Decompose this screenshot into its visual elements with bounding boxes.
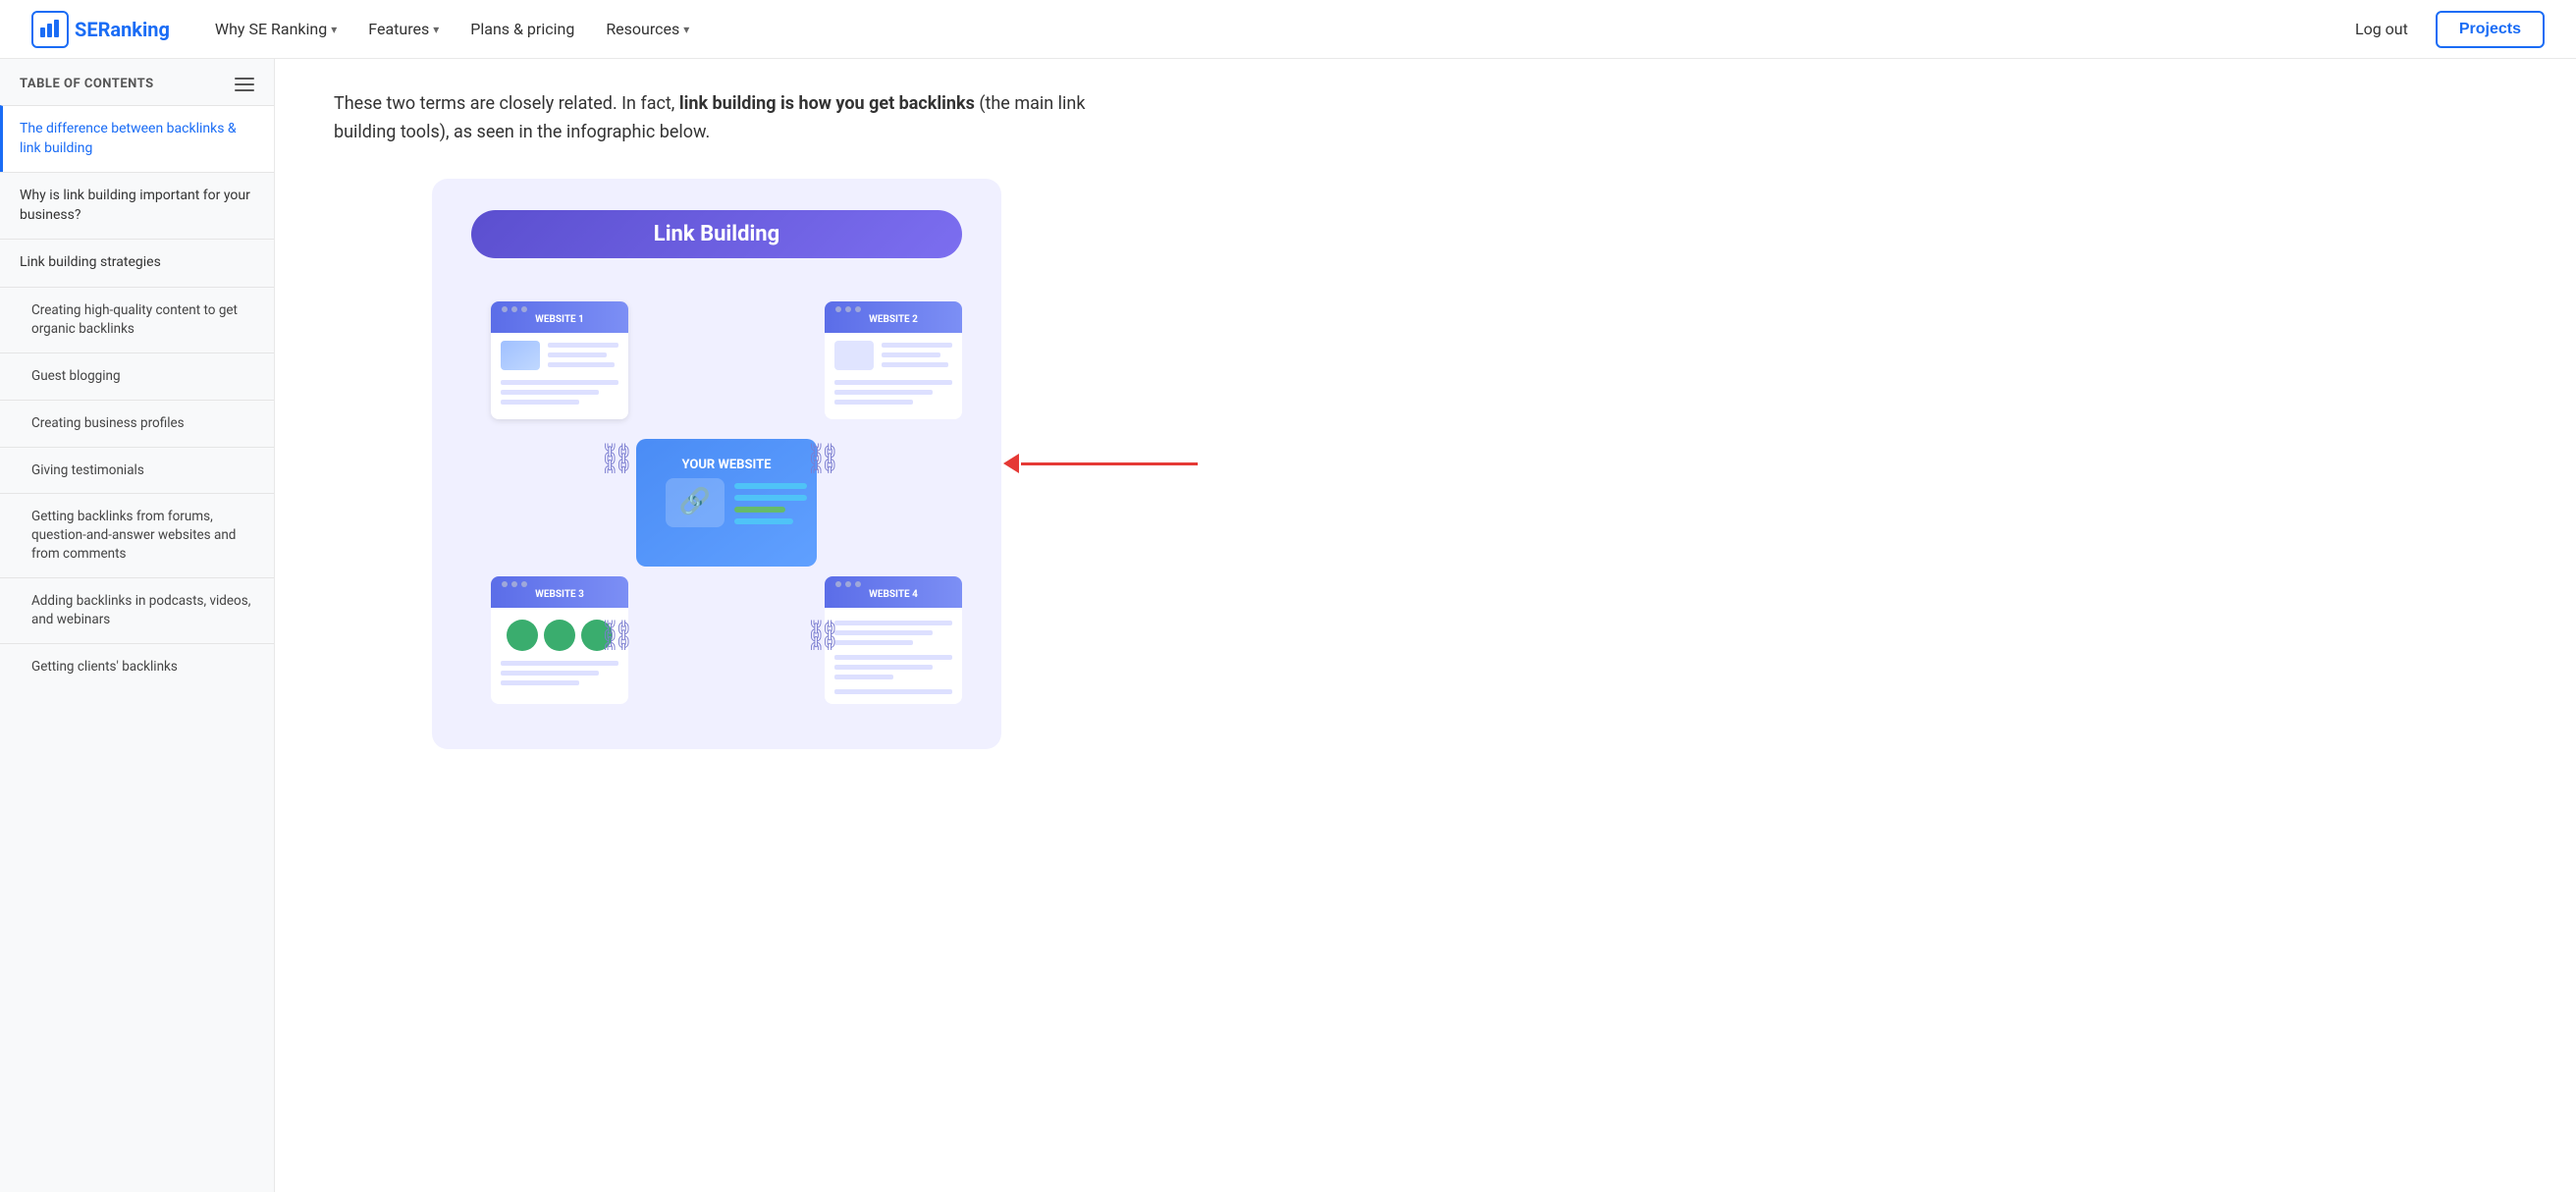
logout-button[interactable]: Log out — [2343, 12, 2420, 46]
chain-link-right-bottom: ⛓ — [804, 619, 841, 653]
toc-link-why[interactable]: Why is link building important for your … — [0, 173, 274, 239]
chain-link-left-bottom: ⛓ — [598, 619, 635, 653]
toc-item-strategies[interactable]: Link building strategies — [0, 239, 274, 287]
navbar: SERanking Why SE Ranking ▾ Features ▾ Pl… — [0, 0, 2576, 59]
toc-link-guest[interactable]: Guest blogging — [0, 353, 274, 400]
toc-link-podcasts[interactable]: Adding backlinks in podcasts, videos, an… — [0, 578, 274, 643]
toc-item-diff[interactable]: The difference between backlinks & link … — [0, 105, 274, 172]
nav-item-plans-pricing[interactable]: Plans & pricing — [456, 12, 588, 46]
website4-card: WEBSITE 4 — [825, 576, 962, 704]
toc-link-forums[interactable]: Getting backlinks from forums, question-… — [0, 494, 274, 577]
website2-card: WEBSITE 2 — [825, 301, 962, 419]
toc-link-business[interactable]: Creating business profiles — [0, 401, 274, 447]
chevron-down-icon: ▾ — [683, 23, 689, 36]
main-layout: TABLE OF CONTENTS The difference between… — [0, 59, 2576, 1192]
toc-list: The difference between backlinks & link … — [0, 105, 274, 690]
chevron-down-icon: ▾ — [433, 23, 439, 36]
website1-card: WEBSITE 1 — [491, 301, 628, 419]
chevron-down-icon: ▾ — [331, 23, 337, 36]
svg-text:🔗: 🔗 — [679, 485, 711, 516]
toc-item-clients[interactable]: Getting clients' backlinks — [0, 643, 274, 690]
toc-title: TABLE OF CONTENTS — [20, 77, 154, 91]
toc-item-testimonials[interactable]: Giving testimonials — [0, 447, 274, 494]
nav-item-resources[interactable]: Resources ▾ — [592, 12, 703, 46]
toc-item-highquality[interactable]: Creating high-quality content to get org… — [0, 287, 274, 352]
website3-label: WEBSITE 3 — [535, 589, 584, 600]
toc-link-clients[interactable]: Getting clients' backlinks — [0, 644, 274, 690]
chain-link-right-top: ⛓ — [804, 442, 841, 476]
website1-label: WEBSITE 1 — [535, 314, 584, 325]
toc-link-testimonials[interactable]: Giving testimonials — [0, 448, 274, 494]
infographic: Link Building WEBSITE 1 — [432, 179, 1001, 749]
chain-link-left-top: ⛓ — [598, 442, 635, 476]
red-arrow — [1003, 454, 1198, 473]
logo-text: SERanking — [75, 18, 170, 41]
infographic-title: Link Building — [471, 210, 962, 258]
nav-links: Why SE Ranking ▾ Features ▾ Plans & pric… — [201, 12, 2343, 46]
nav-item-features[interactable]: Features ▾ — [354, 12, 453, 46]
logo[interactable]: SERanking — [31, 11, 170, 48]
logo-icon — [31, 11, 69, 48]
toc-item-podcasts[interactable]: Adding backlinks in podcasts, videos, an… — [0, 577, 274, 643]
toc-header: TABLE OF CONTENTS — [0, 59, 274, 105]
toc-link-strategies[interactable]: Link building strategies — [0, 240, 274, 287]
sidebar: TABLE OF CONTENTS The difference between… — [0, 59, 275, 1192]
hamburger-icon[interactable] — [235, 78, 254, 91]
website2-label: WEBSITE 2 — [869, 314, 918, 325]
arrow-head — [1003, 454, 1019, 473]
your-website-label: YOUR WEBSITE — [682, 458, 773, 472]
nav-item-why-se-ranking[interactable]: Why SE Ranking ▾ — [201, 12, 350, 46]
website4-label: WEBSITE 4 — [869, 589, 918, 600]
intro-text: These two terms are closely related. In … — [334, 90, 1100, 147]
nav-right: Log out Projects — [2343, 11, 2545, 48]
toc-item-forums[interactable]: Getting backlinks from forums, question-… — [0, 493, 274, 577]
toc-link-highquality[interactable]: Creating high-quality content to get org… — [0, 288, 274, 352]
arrow-line — [1021, 462, 1198, 465]
toc-item-why[interactable]: Why is link building important for your … — [0, 172, 274, 239]
toc-item-guest[interactable]: Guest blogging — [0, 352, 274, 400]
your-website-card: YOUR WEBSITE 🔗 — [636, 439, 817, 567]
infographic-svg: WEBSITE 1 WEBSITE 2 — [471, 282, 982, 714]
toc-item-business[interactable]: Creating business profiles — [0, 400, 274, 447]
infographic-container: Link Building WEBSITE 1 — [334, 179, 1100, 749]
toc-link-diff[interactable]: The difference between backlinks & link … — [3, 106, 274, 172]
logo-svg — [38, 18, 62, 41]
projects-button[interactable]: Projects — [2436, 11, 2545, 48]
content-area: These two terms are closely related. In … — [275, 59, 1158, 1192]
